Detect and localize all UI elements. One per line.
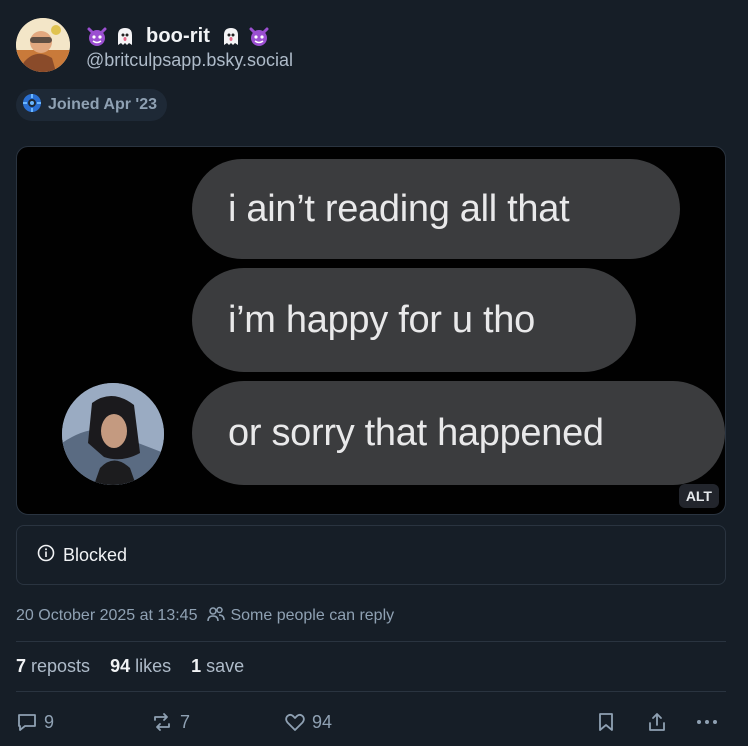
devil-emoji-icon	[86, 25, 108, 47]
post-actions: 9 7 94	[16, 706, 726, 738]
post-image[interactable]: i ain’t reading all that i’m happy for u…	[16, 146, 726, 515]
repost-button[interactable]: 7	[150, 706, 190, 738]
ellipsis-icon	[694, 711, 720, 733]
reply-icon	[16, 711, 38, 733]
likes-stat[interactable]: 94 likes	[110, 656, 171, 677]
alt-text-button[interactable]: ALT	[678, 484, 719, 508]
chat-sender-avatar	[62, 383, 164, 485]
likes-label: likes	[135, 655, 172, 676]
like-button[interactable]: 94	[284, 706, 332, 738]
reposts-count: 7	[16, 655, 27, 676]
saves-count: 1	[191, 655, 202, 676]
ghost-emoji-icon	[220, 25, 242, 47]
joined-badge: Joined Apr '23	[16, 89, 168, 121]
more-options-button[interactable]	[694, 706, 720, 738]
saves-stat: 1 save	[191, 656, 244, 677]
chat-bubble: or sorry that happened	[192, 381, 725, 485]
chat-bubble: i ain’t reading all that	[192, 159, 680, 259]
heart-icon	[284, 711, 306, 733]
post-stats: 7 reposts 94 likes 1 save	[16, 653, 244, 679]
bookmark-button[interactable]	[596, 706, 616, 738]
author-handle[interactable]: @britculpsapp.bsky.social	[86, 50, 293, 71]
blocked-text: Blocked	[63, 544, 128, 565]
share-icon	[646, 711, 668, 733]
repost-count: 7	[180, 711, 191, 732]
people-icon	[207, 606, 226, 627]
reply-count: 9	[44, 711, 55, 732]
likes-count: 94	[110, 655, 131, 676]
reply-button[interactable]: 9	[16, 706, 54, 738]
repost-icon	[150, 711, 174, 733]
post-meta: 20 October 2025 at 13:45 Some people can…	[16, 604, 394, 628]
reposts-label: reposts	[31, 655, 91, 676]
reply-settings-text: Some people can reply	[230, 607, 395, 624]
reposts-stat[interactable]: 7 reposts	[16, 656, 90, 677]
saves-label: save	[206, 655, 245, 676]
blocked-notice[interactable]: Blocked	[16, 525, 726, 585]
display-name-row[interactable]: boo-rit	[86, 22, 270, 50]
starter-pack-icon	[22, 93, 42, 118]
divider	[16, 691, 726, 692]
joined-date-text: Joined Apr '23	[48, 96, 158, 113]
post-author-header: boo-rit @britculpsapp.bsky.social	[16, 18, 732, 72]
post-timestamp: 20 October 2025 at 13:45	[16, 607, 198, 624]
reply-settings[interactable]: Some people can reply	[207, 606, 394, 627]
bookmark-icon	[596, 711, 616, 733]
ghost-emoji-icon	[114, 25, 136, 47]
author-avatar[interactable]	[16, 18, 70, 72]
author-display-name[interactable]: boo-rit	[146, 25, 210, 48]
divider	[16, 641, 726, 642]
devil-emoji-icon	[248, 25, 270, 47]
info-icon	[37, 544, 55, 567]
like-count: 94	[312, 711, 333, 732]
chat-bubble: i’m happy for u tho	[192, 268, 636, 372]
share-button[interactable]	[646, 706, 668, 738]
